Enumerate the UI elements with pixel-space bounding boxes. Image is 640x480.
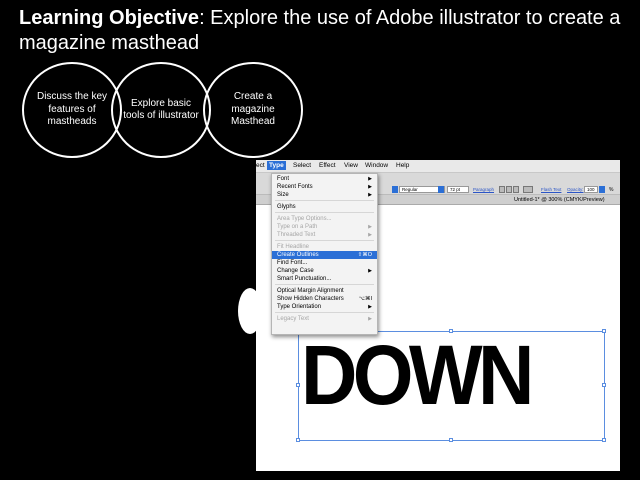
type-menu-item-label: Create Outlines — [277, 252, 319, 258]
menu-window[interactable]: Window — [365, 162, 388, 169]
opacity-dropdown-arrow[interactable] — [599, 186, 605, 193]
shortcut-label: ⇧⌘O — [357, 252, 372, 258]
type-menu-item: Type on a Path ▶ — [272, 223, 377, 231]
type-menu-item-label: Recent Fonts — [277, 184, 313, 190]
selection-handle[interactable] — [602, 383, 606, 387]
menu-type[interactable]: Type — [267, 161, 286, 170]
align-left-button[interactable] — [499, 186, 505, 193]
type-menu-item-create-outlines[interactable]: Create Outlines ⇧⌘O — [272, 251, 377, 259]
type-menu-item-label: Type Orientation — [277, 304, 322, 310]
type-menu-item[interactable]: Size ▶ — [272, 191, 377, 199]
type-menu-item: Threaded Text ▶ — [272, 231, 377, 239]
app-menubar: ect Type Select Effect View Window Help — [256, 160, 620, 173]
type-menu-item[interactable]: Font ▶ — [272, 175, 377, 183]
selection-handle[interactable] — [296, 438, 300, 442]
menu-effect[interactable]: Effect — [319, 162, 336, 169]
menu-separator — [275, 212, 374, 213]
objective-circle-3: Create a magazine Masthead — [203, 62, 303, 158]
canvas-text-down[interactable]: DOWN — [301, 333, 571, 417]
type-menu-item-label: Change Case — [277, 268, 314, 274]
type-menu-item: Area Type Options... — [272, 215, 377, 223]
type-menu-item: Fit Headline — [272, 243, 377, 251]
submenu-arrow-icon: ▶ — [368, 192, 372, 198]
type-menu-item[interactable]: Type Orientation ▶ — [272, 303, 377, 311]
objective-circle-1-text: Discuss the key features of mastheads — [36, 91, 108, 128]
selection-handle[interactable] — [296, 383, 300, 387]
type-menu-item-label: Font — [277, 176, 290, 182]
align-center-button[interactable] — [506, 186, 512, 193]
page-title: Learning Objective: Explore the use of A… — [19, 6, 629, 56]
type-menu-item-label: Optical Margin Alignment — [277, 288, 344, 294]
align-right-button[interactable] — [513, 186, 519, 193]
menu-object-partial[interactable]: ect — [256, 162, 265, 169]
document-title: Untitled-1* @ 300% (CMYK/Preview) — [514, 196, 605, 203]
font-style-dropdown-arrow[interactable] — [438, 186, 444, 193]
type-menu-item[interactable]: Optical Margin Alignment — [272, 287, 377, 295]
shortcut-label: ⌥⌘I — [358, 296, 372, 302]
selection-handle[interactable] — [602, 438, 606, 442]
submenu-arrow-icon: ▶ — [368, 224, 372, 230]
menu-select[interactable]: Select — [293, 162, 311, 169]
type-menu-item-label: Show Hidden Characters — [277, 296, 344, 302]
selection-handle[interactable] — [449, 438, 453, 442]
font-size-field[interactable]: 72 pt — [447, 186, 469, 193]
type-menu-item-label: Fit Headline — [277, 244, 310, 250]
menu-separator — [275, 200, 374, 201]
opacity-label[interactable]: Opacity: — [567, 187, 584, 192]
type-menu-item-label: Legacy Text — [277, 316, 309, 322]
illustrator-screenshot: ect Type Select Effect View Window Help … — [256, 160, 620, 471]
type-menu-item: Legacy Text ▶ — [272, 315, 377, 323]
menu-help[interactable]: Help — [396, 162, 409, 169]
menu-separator — [275, 284, 374, 285]
type-menu-item-label: Threaded Text — [277, 232, 316, 238]
transform-button[interactable] — [523, 186, 533, 193]
type-menu-item[interactable]: Recent Fonts ▶ — [272, 183, 377, 191]
type-menu-item-label: Area Type Options... — [277, 216, 332, 222]
submenu-arrow-icon: ▶ — [368, 304, 372, 310]
type-menu-item-label: Glyphs — [277, 204, 296, 210]
font-dropdown-arrow[interactable] — [392, 186, 398, 193]
menu-view[interactable]: View — [344, 162, 358, 169]
opacity-percent: % — [609, 187, 614, 193]
submenu-arrow-icon: ▶ — [368, 184, 372, 190]
objective-circle-1: Discuss the key features of mastheads — [22, 62, 122, 158]
selection-handle[interactable] — [602, 329, 606, 333]
flash-text-link[interactable]: Flash Text — [541, 187, 561, 192]
objective-circle-2-text: Explore basic tools of illustrator — [123, 97, 199, 122]
submenu-arrow-icon: ▶ — [368, 316, 372, 322]
type-menu-item-label: Find Font... — [277, 260, 308, 266]
opacity-field[interactable]: 100 — [584, 186, 598, 193]
type-menu-item-label: Smart Punctuation... — [277, 276, 332, 282]
submenu-arrow-icon: ▶ — [368, 232, 372, 238]
type-menu-dropdown: Font ▶ Recent Fonts ▶ Size ▶ Glyphs Area Ty… — [271, 173, 378, 335]
objective-circle-2: Explore basic tools of illustrator — [111, 62, 211, 158]
type-menu-item[interactable]: Glyphs — [272, 203, 377, 211]
type-menu-item[interactable]: Change Case ▶ — [272, 267, 377, 275]
type-menu-item-label: Size — [277, 192, 289, 198]
objective-circle-3-text: Create a magazine Masthead — [231, 91, 275, 128]
menu-separator — [275, 312, 374, 313]
paragraph-link[interactable]: Paragraph — [473, 187, 494, 192]
submenu-arrow-icon: ▶ — [368, 268, 372, 274]
type-menu-item[interactable]: Show Hidden Characters ⌥⌘I — [272, 295, 377, 303]
type-menu-item-label: Type on a Path — [277, 224, 318, 230]
submenu-arrow-icon: ▶ — [368, 176, 372, 182]
type-menu-item[interactable]: Find Font... — [272, 259, 377, 267]
menu-separator — [275, 240, 374, 241]
title-label: Learning Objective — [19, 7, 200, 29]
type-menu-item[interactable]: Smart Punctuation... — [272, 275, 377, 283]
